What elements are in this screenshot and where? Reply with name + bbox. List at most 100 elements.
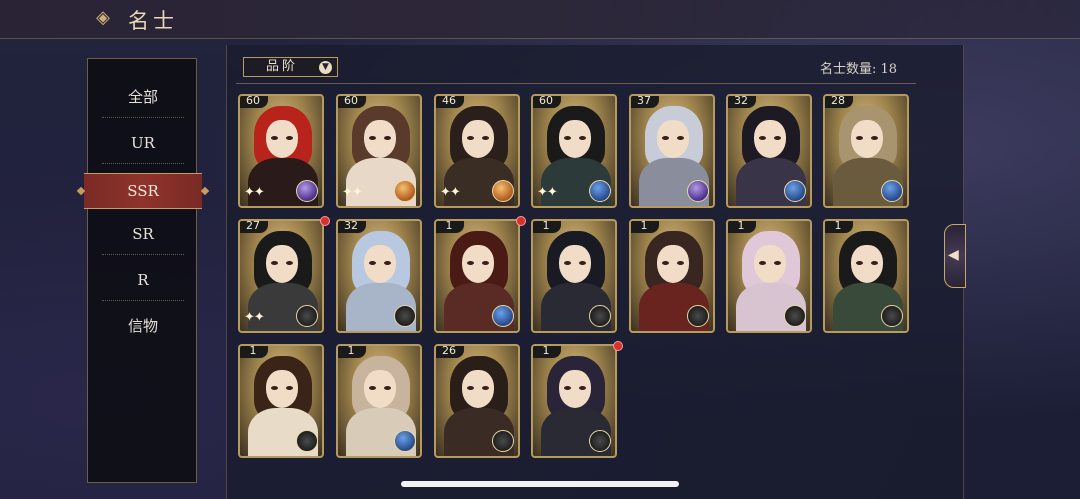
character-eyes bbox=[759, 261, 781, 265]
token-icon bbox=[394, 430, 416, 452]
divider bbox=[102, 163, 184, 164]
character-card[interactable]: 1 bbox=[726, 219, 812, 333]
token-icon bbox=[589, 180, 611, 202]
divider bbox=[102, 300, 184, 301]
character-eyes bbox=[467, 136, 489, 140]
character-card[interactable]: 32 bbox=[726, 94, 812, 208]
character-card[interactable]: ✦✦ 46 bbox=[434, 94, 520, 208]
token-icon bbox=[784, 305, 806, 327]
filter-label: 品阶 bbox=[266, 59, 299, 74]
character-eyes bbox=[369, 386, 391, 390]
token-icon bbox=[296, 180, 318, 202]
character-eyes bbox=[856, 136, 878, 140]
level-badge: 1 bbox=[240, 346, 268, 358]
character-card[interactable]: 1 bbox=[629, 219, 715, 333]
character-eyes bbox=[271, 261, 293, 265]
token-icon bbox=[296, 430, 318, 452]
sidebar-item-ur[interactable]: UR bbox=[88, 123, 198, 163]
level-badge: 27 bbox=[240, 221, 268, 233]
level-badge: 1 bbox=[728, 221, 756, 233]
character-eyes bbox=[662, 136, 684, 140]
token-icon bbox=[394, 180, 416, 202]
cloud-swirl-icon[interactable]: ◈ bbox=[86, 8, 120, 28]
token-icon bbox=[687, 180, 709, 202]
character-card[interactable]: 28 bbox=[823, 94, 909, 208]
level-badge: 1 bbox=[533, 346, 561, 358]
character-card[interactable]: 1 bbox=[434, 219, 520, 333]
level-badge: 1 bbox=[825, 221, 853, 233]
page-title: 名士 bbox=[128, 9, 178, 33]
level-badge: 32 bbox=[728, 96, 756, 108]
level-badge: 1 bbox=[533, 221, 561, 233]
token-icon bbox=[492, 430, 514, 452]
sidebar-item-tokens[interactable]: 信物 bbox=[88, 306, 198, 346]
token-icon bbox=[589, 430, 611, 452]
home-indicator[interactable] bbox=[401, 481, 679, 487]
character-eyes bbox=[271, 386, 293, 390]
star-sparkle-icon: ✦✦ bbox=[537, 185, 558, 200]
level-badge: 37 bbox=[631, 96, 659, 108]
notification-dot bbox=[320, 216, 330, 226]
rarity-sidebar: 全部 UR SSR SR R 信物 bbox=[84, 58, 202, 483]
level-badge: 1 bbox=[338, 346, 366, 358]
level-badge: 1 bbox=[631, 221, 659, 233]
level-badge: 60 bbox=[338, 96, 366, 108]
level-badge: 26 bbox=[436, 346, 464, 358]
character-card[interactable]: ✦✦ 27 bbox=[238, 219, 324, 333]
character-card[interactable]: 1 bbox=[823, 219, 909, 333]
divider bbox=[236, 83, 916, 84]
character-count: 名士数量: 18 bbox=[820, 62, 898, 77]
character-eyes bbox=[564, 136, 586, 140]
token-icon bbox=[492, 305, 514, 327]
level-badge: 46 bbox=[436, 96, 464, 108]
character-card[interactable]: 26 bbox=[434, 344, 520, 458]
notification-dot bbox=[613, 341, 623, 351]
divider bbox=[102, 117, 184, 118]
character-eyes bbox=[564, 386, 586, 390]
token-icon bbox=[881, 180, 903, 202]
character-eyes bbox=[467, 386, 489, 390]
chevron-down-icon: ▼ bbox=[319, 61, 332, 74]
sidebar-item-all[interactable]: 全部 bbox=[88, 77, 198, 117]
rarity-filter-dropdown[interactable]: 品阶 ▼ bbox=[243, 57, 338, 77]
token-icon bbox=[296, 305, 318, 327]
character-eyes bbox=[369, 261, 391, 265]
character-card[interactable]: 1 bbox=[531, 344, 617, 458]
character-card[interactable]: 1 bbox=[531, 219, 617, 333]
character-card[interactable]: ✦✦ 60 bbox=[531, 94, 617, 208]
level-badge: 60 bbox=[240, 96, 268, 108]
side-panel-toggle[interactable]: ◀ bbox=[944, 224, 966, 288]
star-sparkle-icon: ✦✦ bbox=[342, 185, 363, 200]
character-eyes bbox=[856, 261, 878, 265]
character-card[interactable]: 1 bbox=[336, 344, 422, 458]
notification-dot bbox=[516, 216, 526, 226]
character-card[interactable]: 32 bbox=[336, 219, 422, 333]
level-badge: 32 bbox=[338, 221, 366, 233]
character-eyes bbox=[467, 261, 489, 265]
screen: ◈ 名士 全部 UR SSR SR R 信物 品阶 ▼ 名士数量: 18 ✦✦ 6… bbox=[0, 0, 1080, 499]
character-eyes bbox=[564, 261, 586, 265]
sidebar-item-ssr[interactable]: SSR bbox=[84, 173, 202, 209]
character-eyes bbox=[759, 136, 781, 140]
character-card[interactable]: 1 bbox=[238, 344, 324, 458]
token-icon bbox=[881, 305, 903, 327]
character-card[interactable]: ✦✦ 60 bbox=[238, 94, 324, 208]
top-header: ◈ 名士 bbox=[0, 0, 1080, 39]
star-sparkle-icon: ✦✦ bbox=[244, 310, 265, 325]
level-badge: 1 bbox=[436, 221, 464, 233]
character-eyes bbox=[369, 136, 391, 140]
star-sparkle-icon: ✦✦ bbox=[244, 185, 265, 200]
token-icon bbox=[589, 305, 611, 327]
arrow-left-icon: ◀ bbox=[948, 247, 959, 263]
character-card[interactable]: ✦✦ 60 bbox=[336, 94, 422, 208]
token-icon bbox=[492, 180, 514, 202]
sidebar-item-r[interactable]: R bbox=[88, 260, 198, 300]
token-icon bbox=[784, 180, 806, 202]
character-eyes bbox=[662, 261, 684, 265]
level-badge: 28 bbox=[825, 96, 853, 108]
divider bbox=[102, 254, 184, 255]
token-icon bbox=[687, 305, 709, 327]
token-icon bbox=[394, 305, 416, 327]
character-card[interactable]: 37 bbox=[629, 94, 715, 208]
sidebar-item-sr[interactable]: SR bbox=[88, 214, 198, 254]
